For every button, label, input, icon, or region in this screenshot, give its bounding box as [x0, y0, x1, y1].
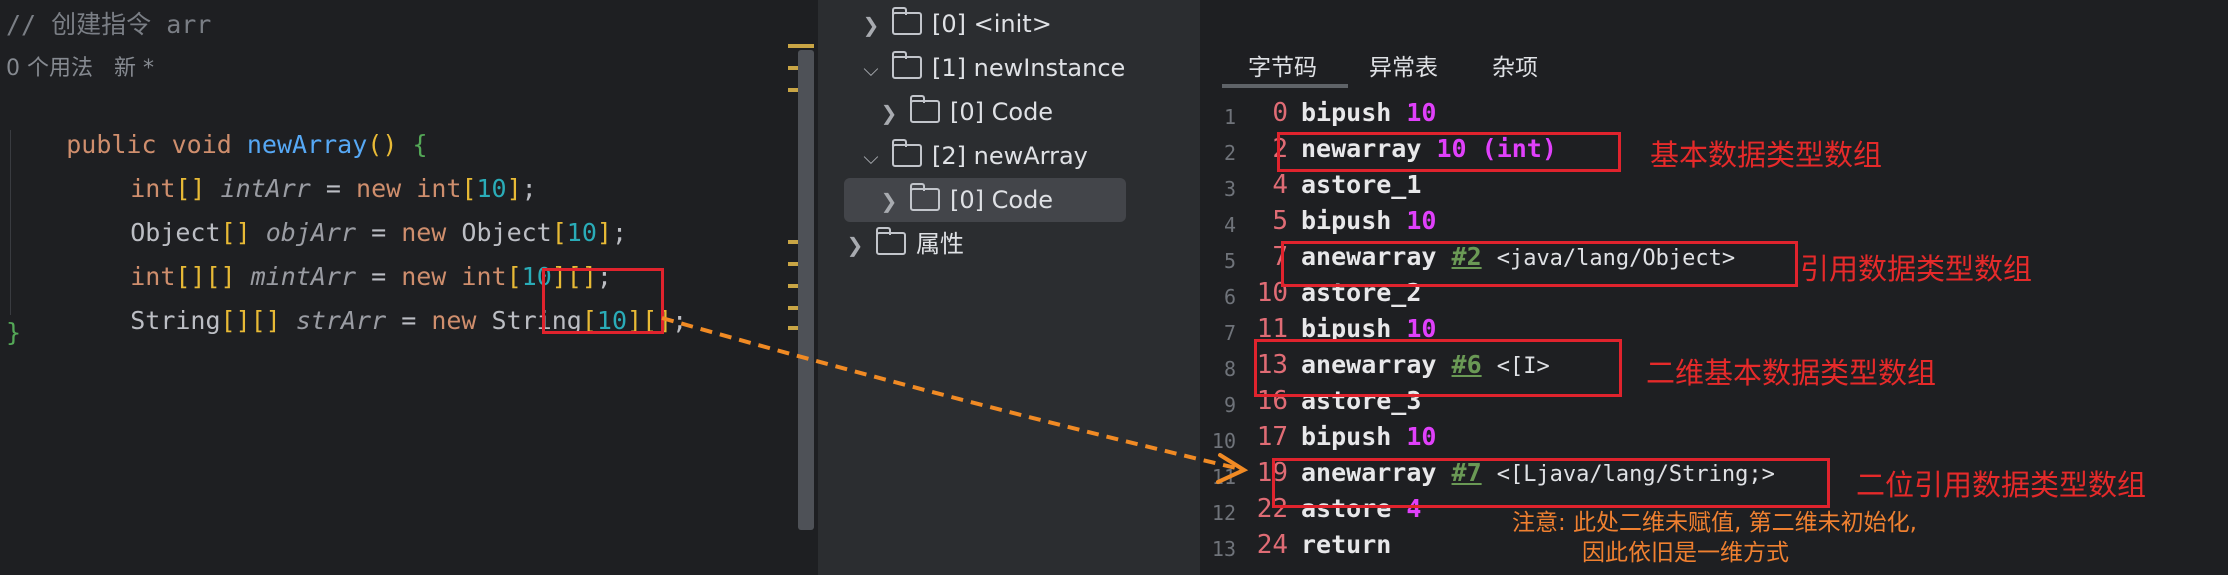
chevron-right-icon[interactable]: ❯ [844, 223, 866, 267]
active-tab-indicator [1222, 84, 1348, 88]
annotation-note-line2: 因此依旧是一维方式 [1582, 540, 1789, 566]
tree-item-attributes[interactable]: ❯ 属性 [844, 222, 964, 266]
brace-close: } [6, 318, 22, 347]
code-comment: // 创建指令 arr [6, 10, 212, 39]
annotation-primitive-array: 基本数据类型数组 [1650, 138, 1883, 172]
semicolon: ; [611, 218, 628, 247]
tree-item-code-selected[interactable]: ❯ [0] Code [844, 178, 1126, 222]
highlight-box-anewarray-int [1254, 339, 1622, 397]
folder-icon [876, 226, 906, 255]
folder-icon [892, 6, 922, 35]
tree-item-label: [1] newInstance [932, 54, 1126, 82]
highlight-box-anewarray-string [1272, 458, 1830, 508]
folder-icon [910, 182, 940, 211]
annotation-reference-array: 引用数据类型数组 [1800, 252, 2033, 286]
tree-item-init[interactable]: ❯ [0] <init> [860, 2, 1052, 46]
structure-tree[interactable]: ❯ [0] <init> ⌵ [1] newInstance ❯ [0] Code ⌵… [818, 0, 1200, 575]
tab-bytecode[interactable]: 字节码 [1248, 48, 1317, 82]
new-keyword: new [431, 306, 477, 335]
bytecode-offset: 0 [1272, 98, 1288, 128]
folder-icon [892, 138, 922, 167]
annotation-note-line1: 注意: 此处二维未赋值, 第二维未初始化, [1512, 510, 1917, 536]
bytecode-offset: 10 [1256, 278, 1288, 308]
opcode: bipush [1301, 206, 1392, 235]
operand: 10 [1406, 98, 1437, 127]
operand: 10 [1406, 206, 1437, 235]
scroll-marker [788, 44, 814, 48]
annotation-reference-2d-array: 二位引用数据类型数组 [1856, 468, 2147, 502]
operand: 10 [1406, 422, 1437, 451]
tree-item-label: [0] Code [950, 186, 1054, 214]
assign-operator: = [401, 306, 417, 335]
bytecode-instruction[interactable]: bipush 10 [1301, 422, 1436, 452]
annotation-primitive-2d-array: 二维基本数据类型数组 [1646, 356, 1937, 390]
bytecode-offset: 5 [1272, 206, 1288, 236]
tree-item-newinstance[interactable]: ⌵ [1] newInstance [860, 46, 1125, 90]
bytecode-instruction[interactable]: return [1301, 530, 1391, 560]
type-name: String [130, 306, 221, 335]
usage-hint[interactable]: 0 个用法 新 * [6, 53, 154, 85]
opcode: return [1301, 530, 1392, 559]
chevron-right-icon[interactable]: ❯ [878, 179, 900, 223]
bytecode-instruction[interactable]: bipush 10 [1301, 98, 1436, 128]
chevron-down-icon[interactable]: ⌵ [860, 47, 882, 91]
opcode: bipush [1301, 422, 1392, 451]
tab-exception-table[interactable]: 异常表 [1369, 48, 1438, 82]
tab-misc[interactable]: 杂项 [1492, 48, 1538, 82]
highlight-box-anewarray-object [1281, 241, 1798, 287]
highlight-box-array-dims [542, 268, 664, 334]
code-editor[interactable]: // 创建指令 arr 0 个用法 新 * public void newArr… [0, 0, 818, 575]
bytecode-offset: 24 [1256, 530, 1288, 560]
bytecode-instruction[interactable]: bipush 10 [1301, 206, 1436, 236]
tree-item-code[interactable]: ❯ [0] Code [878, 90, 1053, 134]
variable-name[interactable]: strArr [296, 306, 386, 335]
tree-item-newarray[interactable]: ⌵ [2] newArray [860, 134, 1088, 178]
bytecode-offset: 4 [1272, 170, 1288, 200]
folder-icon [892, 50, 922, 79]
vertical-scrollbar[interactable] [798, 50, 814, 530]
highlight-box-newarray [1277, 132, 1621, 172]
opcode: astore_1 [1301, 170, 1422, 199]
tree-item-label: 属性 [916, 230, 964, 258]
bytecode-offset: 17 [1256, 422, 1288, 452]
chevron-down-icon[interactable]: ⌵ [860, 135, 882, 179]
bytecode-instruction[interactable]: astore_1 [1301, 170, 1421, 200]
chevron-right-icon[interactable]: ❯ [878, 91, 900, 135]
folder-icon [910, 94, 940, 123]
array-dims: [][] [220, 306, 281, 335]
chevron-right-icon[interactable]: ❯ [860, 3, 882, 47]
bytecode-offset: 7 [1272, 242, 1288, 272]
opcode: bipush [1301, 98, 1392, 127]
tree-item-label: [2] newArray [932, 142, 1088, 170]
tree-item-label: [0] Code [950, 98, 1054, 126]
semicolon: ; [672, 306, 688, 335]
tree-item-label: [0] <init> [932, 10, 1052, 38]
